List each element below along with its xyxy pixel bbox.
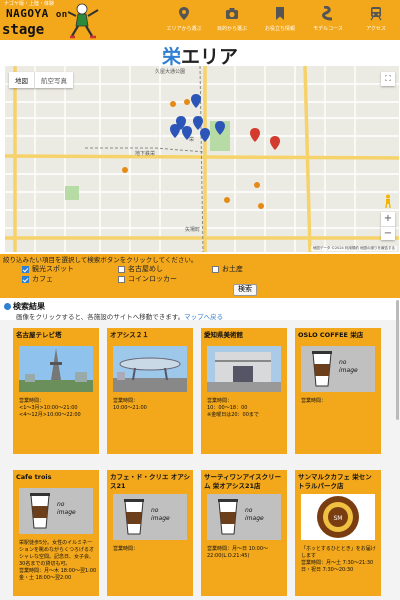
- option-label: コインロッカー: [128, 275, 177, 283]
- nav-item-course[interactable]: モデルコース: [304, 0, 352, 40]
- card-name: Cafe trois: [16, 473, 52, 481]
- no-image-placeholder[interactable]: no image: [19, 488, 93, 534]
- coffee-cup-icon: [124, 499, 144, 535]
- logo-line2: stage: [2, 22, 45, 38]
- option-sightseeing[interactable]: 観光スポット: [22, 264, 74, 274]
- site-logo[interactable]: ナゴヤ版・上陸・体験 NAGOYA on stage: [0, 0, 110, 40]
- nav-label: アクセス: [366, 26, 386, 32]
- result-card[interactable]: OSLO COFFEE 栄店 no image 営業時間：: [295, 328, 381, 454]
- nav-item-area[interactable]: エリアから選ぶ: [160, 0, 208, 40]
- route-icon: [322, 6, 333, 21]
- nav-label: エリアから選ぶ: [166, 26, 202, 32]
- zoom-control: + −: [381, 212, 395, 240]
- filter-panel: 絞り込みたい項目を選択して検索ボタンをクリックしてください。 観光スポット 名古…: [0, 254, 400, 298]
- site-header: ナゴヤ版・上陸・体験 NAGOYA on stage エリアから選ぶ 目的から選…: [0, 0, 400, 40]
- zoom-in-button[interactable]: +: [381, 212, 395, 226]
- option-label: 名古屋めし: [128, 265, 163, 273]
- map-tab-map[interactable]: 地図: [9, 72, 34, 88]
- saint-marc-logo[interactable]: SM: [301, 494, 375, 540]
- results-grid: 名古屋テレビ塔 営業時間： <1～3月>10:00～21:00 <4～12月>10:…: [0, 320, 400, 600]
- no-image-placeholder[interactable]: no image: [207, 494, 281, 540]
- nav-item-access[interactable]: アクセス: [352, 0, 400, 40]
- result-card[interactable]: 名古屋テレビ塔 営業時間： <1～3月>10:00～21:00 <4～12月>10:…: [13, 328, 99, 454]
- map-label: 矢場町: [185, 227, 201, 233]
- result-card[interactable]: サーティワンアイスクリーム 栄オアシス21店 no image 営業時間：月～日 …: [201, 470, 287, 596]
- coffee-cup-icon: [312, 351, 332, 387]
- option-label: カフェ: [32, 275, 53, 283]
- camera-icon: [226, 8, 238, 19]
- result-card[interactable]: 愛知県美術館 営業時間： 10：00～18：00 ※金曜日は20：00まで: [201, 328, 287, 454]
- pegman-icon[interactable]: [383, 194, 393, 208]
- filter-instruction: 絞り込みたい項目を選択して検索ボタンをクリックしてください。: [3, 256, 198, 264]
- zoom-out-button[interactable]: −: [381, 226, 395, 240]
- checkbox-unchecked[interactable]: [118, 275, 125, 283]
- map-label: 久屋大通公園: [155, 69, 186, 75]
- no-image-placeholder[interactable]: no image: [113, 494, 187, 540]
- map-label: 栄: [189, 137, 195, 143]
- main-nav: エリアから選ぶ 目的から選ぶ お役立ち情報 モデルコース アクセス: [160, 0, 400, 40]
- card-hours: 営業時間： <1～3月>10:00～21:00 <4～12月>10:00～22:00: [19, 398, 81, 418]
- card-name: カフェ・ド・クリエ オアシス21: [110, 473, 191, 490]
- card-hours: 営業時間：: [301, 398, 327, 404]
- card-hours: 営業時間：: [113, 546, 139, 552]
- train-icon: [370, 7, 382, 21]
- option-cafe[interactable]: カフェ: [22, 274, 53, 284]
- oasis-photo[interactable]: [113, 346, 187, 392]
- checkbox-unchecked[interactable]: [118, 265, 125, 273]
- svg-text:SM: SM: [334, 515, 343, 522]
- page: ナゴヤ版・上陸・体験 NAGOYA on stage エリアから選ぶ 目的から選…: [0, 0, 400, 600]
- result-card[interactable]: サンマルクカフェ 栄セントラルパーク店 SM 「ホッとするひととき」をお届けしま…: [295, 470, 381, 596]
- option-label: お土産: [222, 265, 243, 273]
- bookmark-icon: [276, 7, 284, 20]
- nav-label: お役立ち情報: [264, 26, 295, 32]
- result-card[interactable]: Cafe trois no image 栄駅徒歩5分。女性のイルミネーションを眺め…: [13, 470, 99, 596]
- nav-label: モデルコース: [313, 26, 343, 32]
- tower-photo[interactable]: [19, 346, 93, 392]
- page-scrollbar[interactable]: [396, 300, 399, 420]
- card-name: 名古屋テレビ塔: [16, 331, 62, 339]
- option-nagoya-meshi[interactable]: 名古屋めし: [118, 264, 163, 274]
- coffee-cup-icon: [30, 493, 50, 529]
- map-attribution[interactable]: 地図データ ©2024 利用規約 地図の誤りを報告する: [310, 246, 397, 251]
- nav-item-info[interactable]: お役立ち情報: [256, 0, 304, 40]
- logo-line1: NAGOYA on: [6, 7, 68, 20]
- option-souvenir[interactable]: お土産: [212, 264, 243, 274]
- search-button[interactable]: 検索: [233, 284, 257, 296]
- map-pin-icon: [179, 7, 189, 20]
- option-label: 観光スポット: [32, 265, 74, 273]
- no-image-placeholder[interactable]: no image: [301, 346, 375, 392]
- card-hours: 栄駅徒歩5分。女性のイルミネーションを眺めながらくつろげるオシャレな空間。記念日…: [19, 540, 97, 581]
- option-coin-locker[interactable]: コインロッカー: [118, 274, 177, 284]
- coffee-cup-icon: [218, 499, 238, 535]
- bullet-icon: [4, 303, 11, 310]
- checkbox-checked[interactable]: [22, 275, 29, 283]
- logo-subtitle: ナゴヤ版・上陸・体験: [4, 1, 55, 7]
- card-hours: 営業時間： 10：00～18：00 ※金曜日は20：00まで: [207, 398, 259, 418]
- page-title: 栄エリア: [161, 46, 239, 68]
- card-name: 愛知県美術館: [204, 331, 243, 339]
- fullscreen-icon[interactable]: ⛶: [381, 72, 395, 86]
- area-map[interactable]: 久屋大通公園 栄 地下鉄栄 矢場町 地図 航空写真 ⛶ + − 地図データ ©2…: [5, 66, 399, 252]
- checkbox-unchecked[interactable]: [212, 265, 219, 273]
- card-name: OSLO COFFEE 栄店: [298, 331, 364, 339]
- card-hours: 営業時間： 10:00～21:00: [113, 398, 147, 411]
- card-name: オアシス２１: [110, 331, 149, 339]
- map-canvas[interactable]: [5, 66, 399, 252]
- checkbox-checked[interactable]: [22, 265, 29, 273]
- map-tab-satellite[interactable]: 航空写真: [34, 72, 73, 88]
- card-hours: 「ホッとするひととき」をお届けします 営業時間：月～土 7:30～21:30 日・…: [301, 546, 376, 573]
- result-card[interactable]: オアシス２１ 営業時間： 10:00～21:00: [107, 328, 193, 454]
- nav-label: 目的から選ぶ: [216, 26, 247, 32]
- map-type-tabs: 地図 航空写真: [9, 72, 73, 88]
- map-label: 地下鉄栄: [135, 151, 156, 157]
- nav-item-purpose[interactable]: 目的から選ぶ: [208, 0, 256, 40]
- card-name: サーティワンアイスクリーム 栄オアシス21店: [204, 473, 282, 490]
- card-hours: 営業時間：月～日 10:00～22:00(L.O.21:45): [207, 546, 268, 559]
- museum-photo[interactable]: [207, 346, 281, 392]
- mascot-icon: [67, 3, 99, 39]
- card-name: サンマルクカフェ 栄セントラルパーク店: [298, 473, 372, 490]
- result-card[interactable]: カフェ・ド・クリエ オアシス21 no image 営業時間：: [107, 470, 193, 596]
